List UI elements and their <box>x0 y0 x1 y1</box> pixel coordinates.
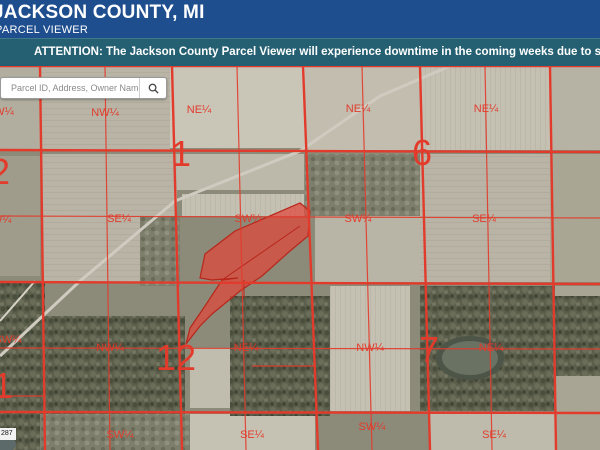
section-number: 2 <box>0 151 10 192</box>
quarter-label: NE¼ <box>346 103 371 115</box>
search-icon <box>148 83 159 94</box>
quarter-label: SW¼ <box>107 429 135 441</box>
quarter-label: NW¼ <box>0 106 15 118</box>
quarter-label: NE¼ <box>479 342 504 354</box>
quarter-label: SE¼ <box>240 429 265 441</box>
section-number: 1 <box>0 365 13 406</box>
section-number: 6 <box>412 132 432 173</box>
app-title: JACKSON COUNTY, MI <box>0 2 205 23</box>
map-view[interactable]: 2 1 6 12 7 1 NW¼ NE¼ NW¼ NE¼ SW¼ SE¼ SW¼… <box>0 66 600 450</box>
quarter-label: SE¼ <box>482 429 507 441</box>
parcel-search-box[interactable] <box>0 77 167 99</box>
road-number-label: 287 <box>0 428 16 440</box>
quarter-label: SW¼ <box>345 213 373 225</box>
quarter-label: NE¼ <box>187 104 212 116</box>
quarter-label: NW¼ <box>356 342 384 354</box>
parcel-search-input[interactable] <box>1 78 139 98</box>
app-subtitle: PARCEL VIEWER <box>0 24 89 36</box>
quarter-label: NW¼ <box>91 107 119 119</box>
quarter-label: SE¼ <box>472 213 497 225</box>
attention-banner: ATTENTION: The Jackson County Parcel Vie… <box>0 38 600 68</box>
quarter-label: NE¼ <box>234 342 259 354</box>
banner-message: ATTENTION: The Jackson County Parcel Vie… <box>34 46 600 58</box>
quarter-label: SW¼ <box>0 334 22 346</box>
app-header: JACKSON COUNTY, MI PARCEL VIEWER <box>0 0 600 38</box>
search-button[interactable] <box>139 78 166 98</box>
quarter-label: SW¼ <box>0 214 12 226</box>
quarter-label: SW¼ <box>359 421 387 433</box>
section-number: 1 <box>171 133 191 174</box>
aerial-map[interactable]: 2 1 6 12 7 1 NW¼ NE¼ NW¼ NE¼ SW¼ SE¼ SW¼… <box>0 66 600 450</box>
quarter-label: SW¼ <box>235 213 263 225</box>
section-number: 7 <box>419 329 439 370</box>
quarter-label: NE¼ <box>474 103 499 115</box>
quarter-label: NW¼ <box>96 342 124 354</box>
quarter-label: SE¼ <box>107 213 132 225</box>
section-number: 12 <box>156 337 196 378</box>
